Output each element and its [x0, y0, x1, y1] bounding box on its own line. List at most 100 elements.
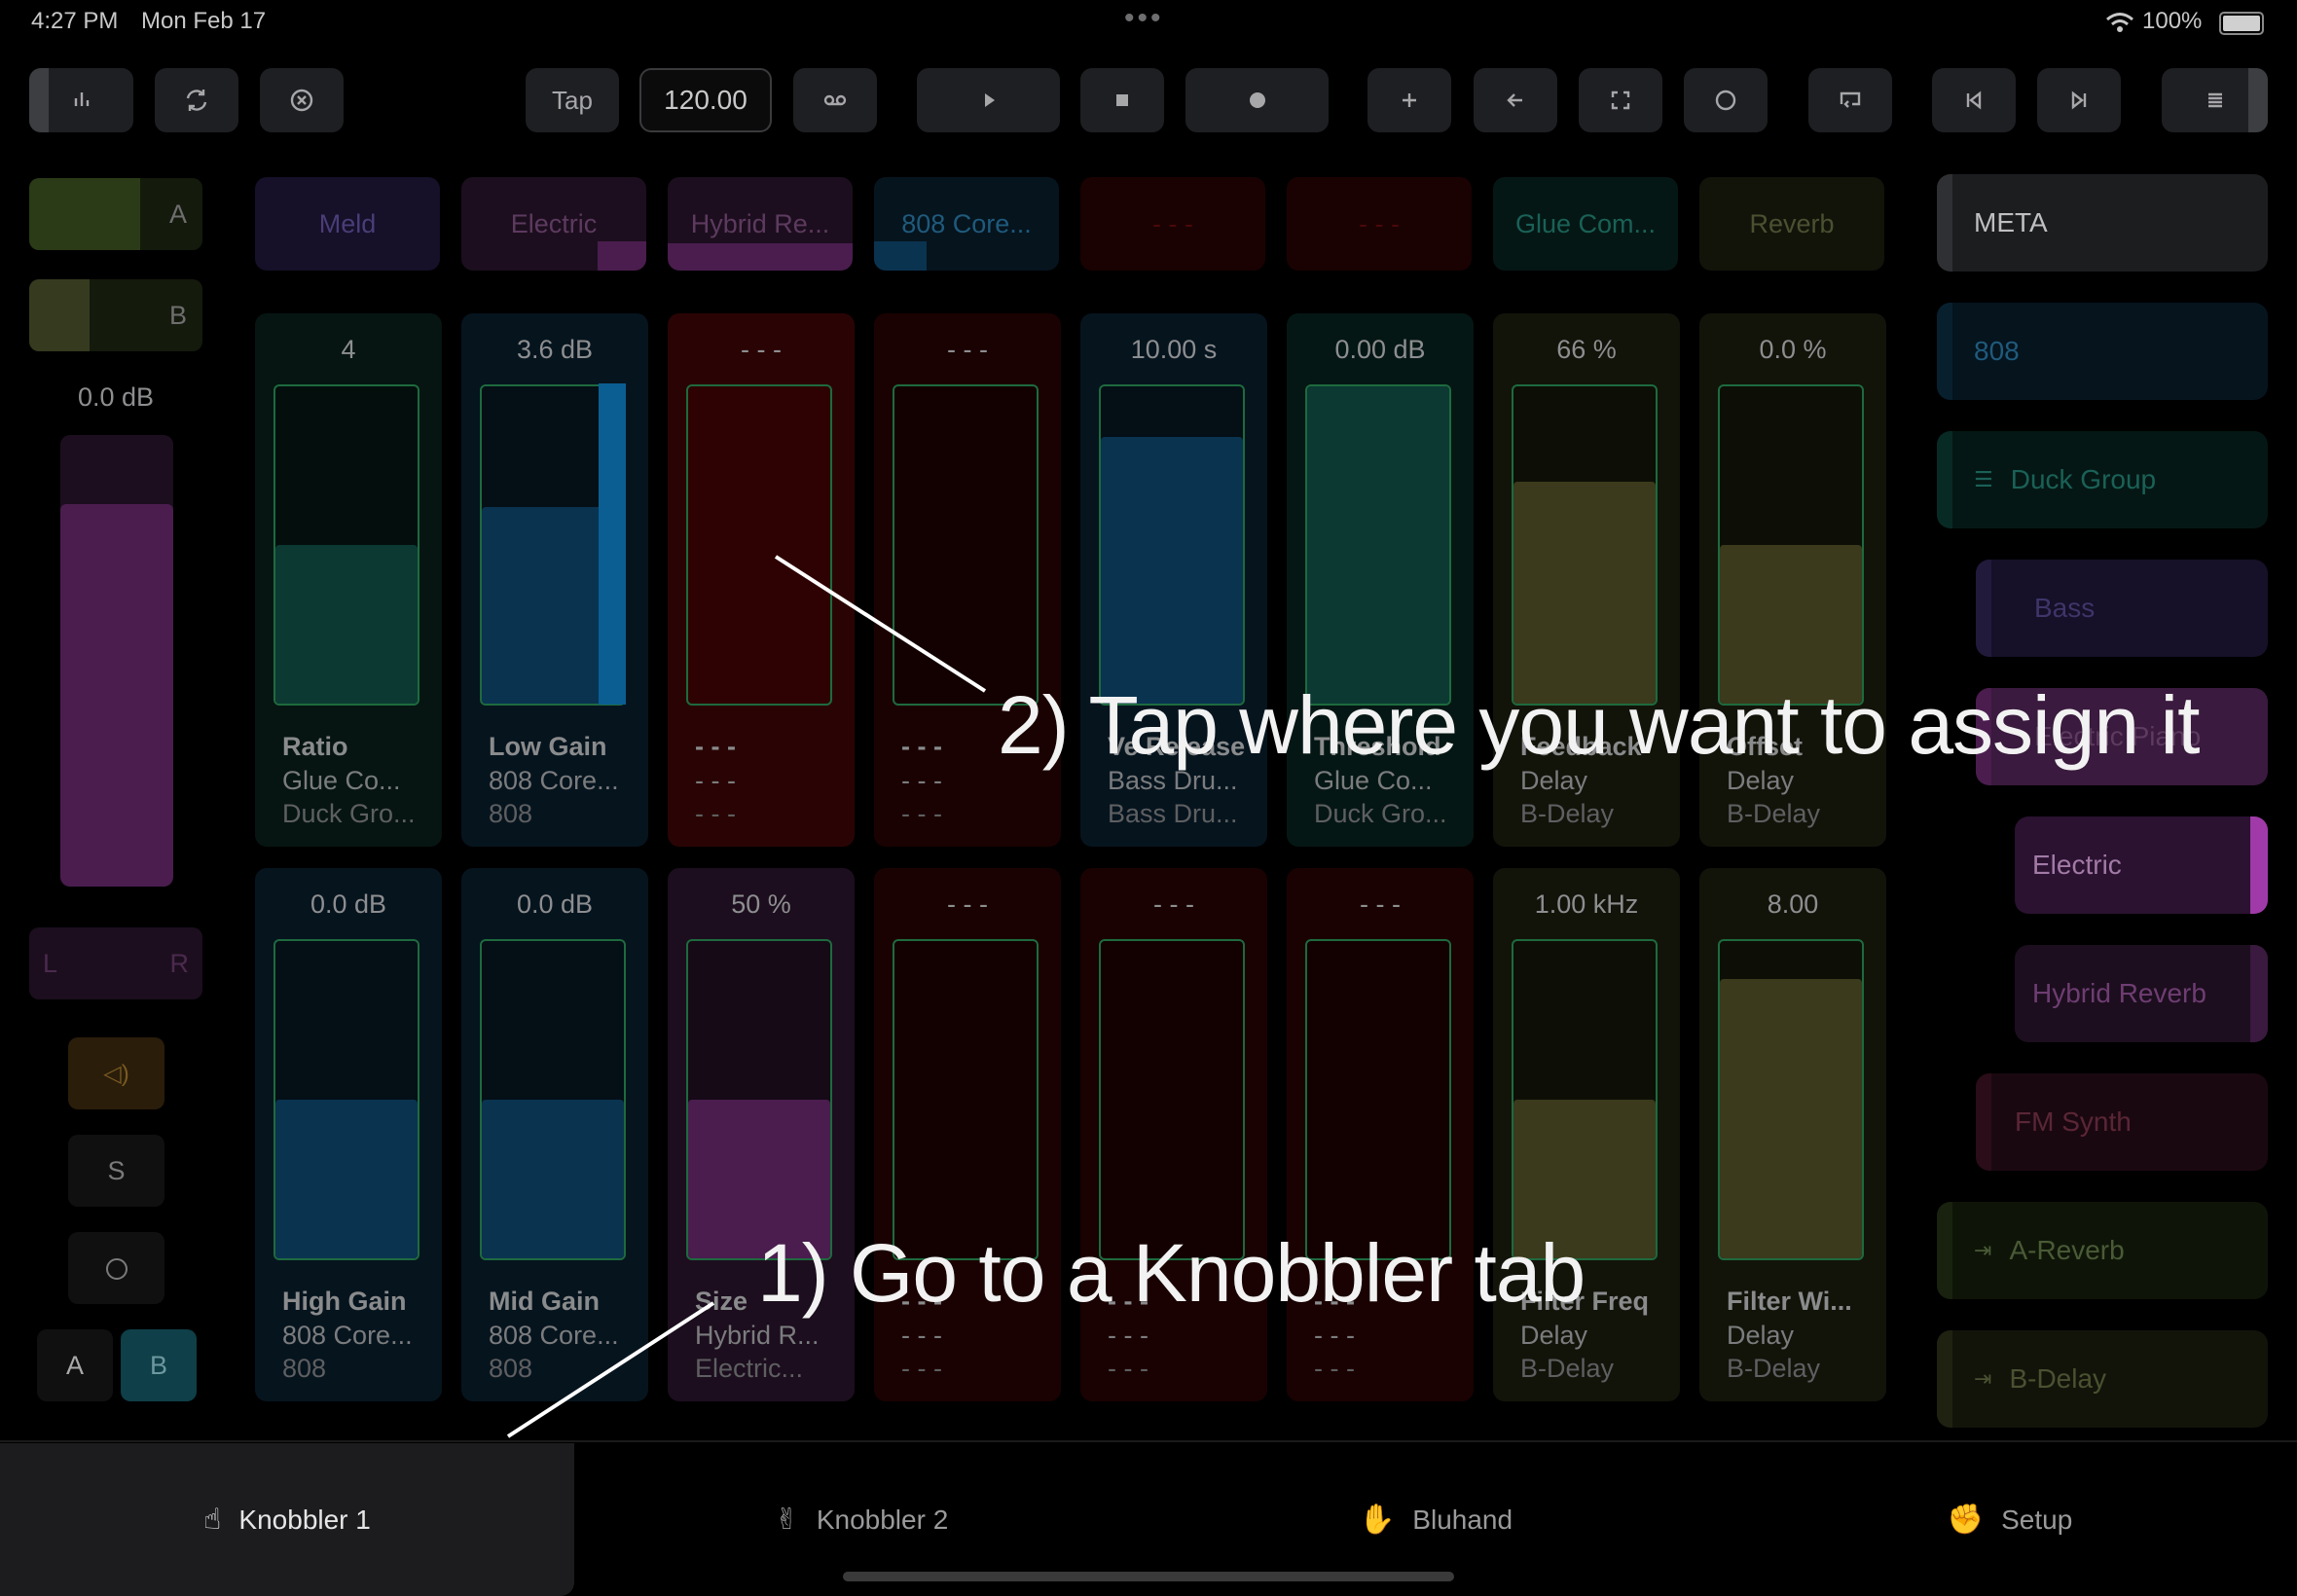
ab-a-button[interactable]: A: [37, 1329, 113, 1401]
param-slider[interactable]: [1099, 384, 1245, 706]
menu-button[interactable]: [2162, 68, 2268, 132]
param-track: Electric...: [695, 1354, 804, 1383]
param-cell[interactable]: - - -- - -- - -- - -: [874, 868, 1061, 1401]
play-button[interactable]: [917, 68, 1060, 132]
device-tab-empty-2[interactable]: - - -: [1287, 177, 1472, 271]
expand-icon: [1611, 91, 1630, 110]
param-value: 4: [341, 335, 356, 364]
fullscreen-button[interactable]: [1579, 68, 1662, 132]
track-fm-synth[interactable]: FM Synth: [1976, 1073, 2268, 1171]
param-slider[interactable]: [1512, 939, 1658, 1260]
tab-label: Knobbler 2: [816, 1504, 949, 1535]
device-tab-glue-comp[interactable]: Glue Com...: [1493, 177, 1678, 271]
add-button[interactable]: [1367, 68, 1451, 132]
mute-button[interactable]: ◁): [68, 1037, 164, 1109]
param-slider[interactable]: [273, 384, 419, 706]
crossfader-b[interactable]: B: [29, 279, 202, 351]
device-tab-meld[interactable]: Meld: [255, 177, 440, 271]
pan-slider[interactable]: L R: [29, 927, 202, 999]
next-button[interactable]: [2037, 68, 2121, 132]
return-icon: ⇥: [1974, 1366, 1992, 1391]
tab-label: Setup: [2001, 1504, 2073, 1535]
tempo-field[interactable]: 120.00: [639, 68, 772, 132]
battery-percent: 100%: [2142, 8, 2203, 34]
track-duck-group[interactable]: ☰ Duck Group: [1937, 431, 2268, 528]
loop-icon: [823, 94, 847, 106]
param-track: Duck Gro...: [282, 799, 416, 828]
arm-button[interactable]: [68, 1232, 164, 1304]
mixer-view-button[interactable]: [29, 68, 133, 132]
param-slider[interactable]: [480, 939, 626, 1260]
track-electric[interactable]: Electric: [2015, 816, 2268, 914]
param-device: 808 Core...: [489, 1321, 619, 1350]
param-value: 10.00 s: [1130, 335, 1218, 364]
loop-button[interactable]: [793, 68, 877, 132]
param-cell[interactable]: 8.00 Filter Wi... Delay B-Delay: [1699, 868, 1886, 1401]
param-slider[interactable]: [1305, 384, 1451, 706]
param-track: - - -: [901, 799, 942, 828]
param-device: - - -: [695, 766, 736, 795]
param-slider[interactable]: [1099, 939, 1245, 1260]
loop-region-button[interactable]: [1808, 68, 1892, 132]
multitasking-dots-icon[interactable]: •••: [1124, 2, 1164, 35]
device-tab-hybrid-reverb[interactable]: Hybrid Re...: [668, 177, 853, 271]
track-808[interactable]: 808: [1937, 303, 2268, 400]
param-slider[interactable]: [893, 939, 1039, 1260]
device-tab-empty-1[interactable]: - - -: [1080, 177, 1265, 271]
crossfader-a[interactable]: A: [29, 178, 202, 250]
param-cell[interactable]: 1.00 kHz Filter Freq Delay B-Delay: [1493, 868, 1680, 1401]
param-cell[interactable]: 50 % Size Hybrid R... Electric...: [668, 868, 855, 1401]
home-indicator[interactable]: [843, 1572, 1454, 1581]
param-track: B-Delay: [1520, 1354, 1615, 1383]
close-button[interactable]: [260, 68, 344, 132]
param-cell[interactable]: 0.0 dB Mid Gain 808 Core... 808: [461, 868, 648, 1401]
device-tab-808-core[interactable]: 808 Core...: [874, 177, 1059, 271]
param-slider[interactable]: [273, 939, 419, 1260]
device-label: Reverb: [1749, 208, 1835, 238]
record-button[interactable]: [1185, 68, 1329, 132]
tab-knobbler-1[interactable]: ☝ Knobbler 1: [0, 1443, 574, 1596]
param-cell[interactable]: - - -- - -- - -- - -: [668, 313, 855, 847]
ab-b-button[interactable]: B: [121, 1329, 197, 1401]
stop-button[interactable]: [1080, 68, 1164, 132]
param-slider-fill: [275, 545, 418, 704]
tap-tempo-button[interactable]: Tap: [526, 68, 619, 132]
volume-fader[interactable]: [60, 435, 173, 887]
track-label: Bass: [2034, 593, 2096, 623]
param-track: - - -: [1314, 1354, 1355, 1383]
param-track: 808: [489, 1354, 533, 1383]
device-tab-reverb[interactable]: Reverb: [1699, 177, 1884, 271]
wifi-icon: [2105, 12, 2134, 38]
param-track: B-Delay: [1727, 1354, 1821, 1383]
device-tab-electric[interactable]: Electric: [461, 177, 646, 271]
param-cell[interactable]: 0.0 dB High Gain 808 Core... 808: [255, 868, 442, 1401]
track-b-delay[interactable]: ⇥ B-Delay: [1937, 1330, 2268, 1428]
group-list-icon: ☰: [1974, 467, 1993, 491]
param-slider[interactable]: [686, 939, 832, 1260]
track-bass[interactable]: Bass: [1976, 560, 2268, 657]
param-cell[interactable]: 4 Ratio Glue Co... Duck Gro...: [255, 313, 442, 847]
param-cell[interactable]: - - -- - -- - -- - -: [1080, 868, 1267, 1401]
param-cell[interactable]: - - -- - -- - -- - -: [1287, 868, 1474, 1401]
circle-button[interactable]: [1684, 68, 1768, 132]
param-slider[interactable]: [1512, 384, 1658, 706]
tab-setup[interactable]: ✊ Setup: [1723, 1443, 2297, 1596]
track-a-reverb[interactable]: ⇥ A-Reverb: [1937, 1202, 2268, 1299]
refresh-icon: [186, 90, 207, 111]
refresh-button[interactable]: [155, 68, 238, 132]
param-slider[interactable]: [1305, 939, 1451, 1260]
back-button[interactable]: [1474, 68, 1557, 132]
param-slider[interactable]: [1718, 384, 1864, 706]
param-slider[interactable]: [686, 384, 832, 706]
param-slider[interactable]: [893, 384, 1039, 706]
previous-button[interactable]: [1932, 68, 2016, 132]
param-slider[interactable]: [1718, 939, 1864, 1260]
param-value: 0.0 %: [1759, 335, 1827, 364]
track-meta[interactable]: META: [1937, 174, 2268, 272]
param-track: B-Delay: [1520, 799, 1615, 828]
solo-button[interactable]: S: [68, 1135, 164, 1207]
param-slider-fill: [1101, 437, 1243, 704]
track-hybrid-reverb[interactable]: Hybrid Reverb: [2015, 945, 2268, 1042]
param-track: Duck Gro...: [1314, 799, 1447, 828]
param-device: Delay: [1520, 1321, 1588, 1350]
